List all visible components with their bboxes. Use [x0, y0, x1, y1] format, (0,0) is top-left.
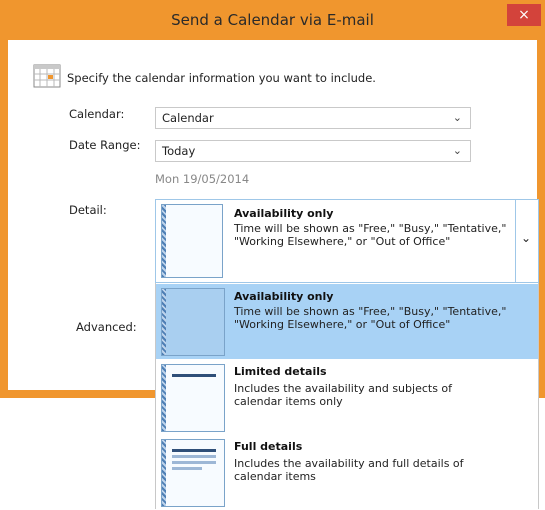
calendar-combo-value: Calendar [162, 111, 214, 125]
date-range-combo[interactable]: Today ⌄ [155, 140, 471, 162]
dropdown-item-title: Availability only [234, 290, 334, 303]
chevron-down-icon: ⌄ [452, 144, 462, 157]
limited-details-thumbnail [161, 364, 225, 432]
dropdown-item-desc-2: calendar items [234, 470, 316, 483]
chevron-down-icon: ⌄ [521, 231, 532, 245]
detail-selected-desc-1: Time will be shown as "Free," "Busy," "T… [234, 222, 507, 235]
full-details-thumbnail [161, 439, 225, 507]
instruction-text: Specify the calendar information you wan… [67, 71, 376, 85]
detail-dropdown-list: Availability only Time will be shown as … [155, 283, 539, 509]
dropdown-item-title: Limited details [234, 365, 327, 378]
dropdown-item-desc-1: Includes the availability and subjects o… [234, 382, 453, 395]
dropdown-item-desc-1: Time will be shown as "Free," "Busy," "T… [234, 305, 507, 318]
calendar-icon [33, 64, 61, 88]
detail-label: Detail: [69, 203, 107, 217]
dropdown-item-limited-details[interactable]: Limited details Includes the availabilit… [156, 360, 538, 435]
dropdown-item-availability-only[interactable]: Availability only Time will be shown as … [156, 284, 538, 359]
dialog-title: Send a Calendar via E-mail [171, 11, 374, 29]
detail-combo[interactable]: Availability only Time will be shown as … [155, 199, 519, 283]
calendar-combo[interactable]: Calendar ⌄ [155, 107, 471, 129]
title-bar: Send a Calendar via E-mail × [0, 0, 545, 40]
close-button[interactable]: × [507, 4, 541, 26]
calendar-label: Calendar: [69, 107, 125, 121]
advanced-label: Advanced: [76, 320, 137, 334]
dropdown-item-title: Full details [234, 440, 303, 453]
dropdown-item-desc-2: calendar items only [234, 395, 343, 408]
dropdown-item-desc-2: "Working Elsewhere," or "Out of Office" [234, 318, 451, 331]
detail-dropdown-button[interactable]: ⌄ [515, 199, 539, 283]
availability-thumbnail [161, 204, 223, 278]
dropdown-item-full-details[interactable]: Full details Includes the availability a… [156, 435, 538, 510]
availability-thumbnail [161, 288, 225, 356]
chevron-down-icon: ⌄ [452, 111, 462, 124]
date-range-label: Date Range: [69, 138, 141, 152]
date-range-combo-value: Today [162, 144, 196, 158]
date-range-text: Mon 19/05/2014 [155, 172, 250, 186]
detail-selected-title: Availability only [234, 207, 334, 220]
detail-selected-desc-2: "Working Elsewhere," or "Out of Office" [234, 235, 451, 248]
dropdown-item-desc-1: Includes the availability and full detai… [234, 457, 464, 470]
